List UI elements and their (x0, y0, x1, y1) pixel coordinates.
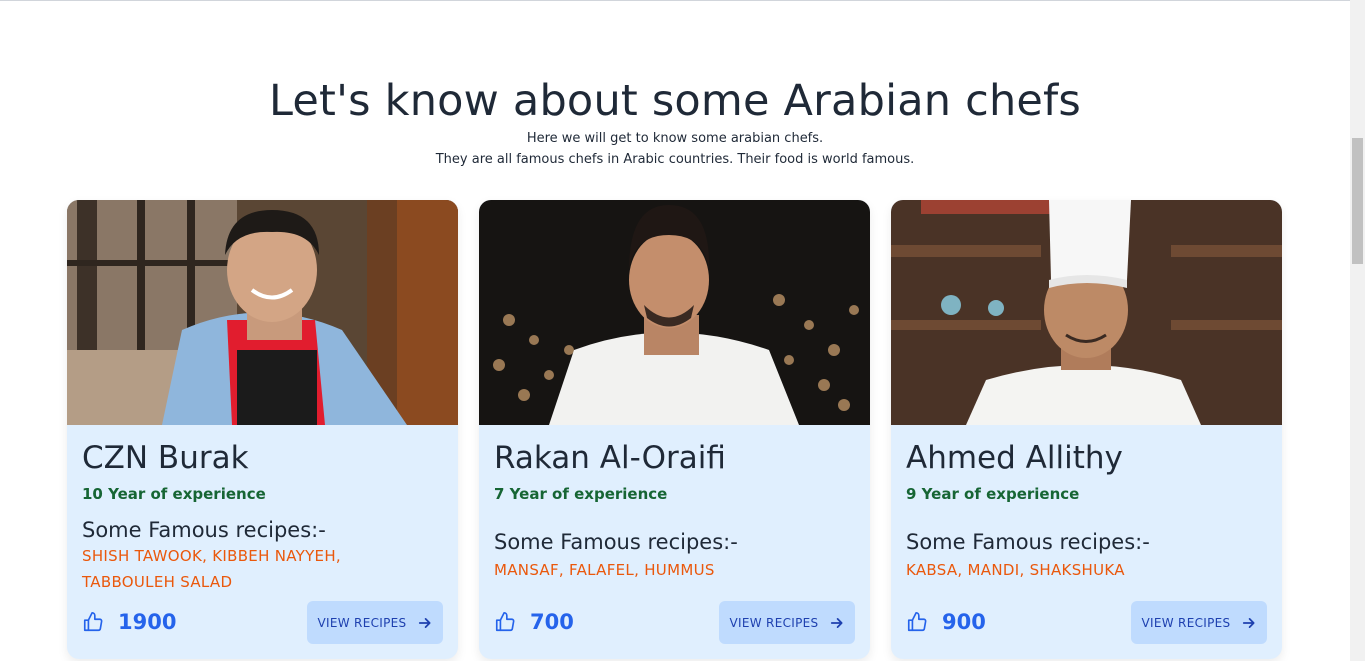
recipes-heading: Some Famous recipes:- (906, 530, 1150, 554)
view-recipes-label: VIEW RECIPES (1141, 615, 1231, 630)
recipes-list: SHISH TAWOOK, KIBBEH NAYYEH, TABBOULEH S… (82, 547, 341, 591)
view-recipes-label: VIEW RECIPES (317, 615, 407, 630)
chefs-page: Let's know about some Arabian chefs Here… (0, 0, 1350, 661)
likes-count: 700 (530, 610, 574, 634)
view-recipes-button[interactable]: VIEW RECIPES (1131, 601, 1267, 644)
recipes-heading: Some Famous recipes:- (494, 530, 738, 554)
section-subtitle-line2: They are all famous chefs in Arabic coun… (435, 152, 915, 167)
thumbs-up-icon[interactable] (82, 611, 104, 633)
likes-count: 900 (942, 610, 986, 634)
likes-count: 1900 (118, 610, 177, 634)
view-recipes-button[interactable]: VIEW RECIPES (719, 601, 855, 644)
chef-card-czn-burak: CZN Burak 10 Year of experience Some Fam… (67, 200, 458, 659)
chef-photo (479, 200, 870, 425)
chef-card-rakan-al-oraifi: Rakan Al-Oraifi 7 Year of experience Som… (479, 200, 870, 659)
thumbs-up-icon[interactable] (494, 611, 516, 633)
chef-card-ahmed-allithy: Ahmed Allithy 9 Year of experience Some … (891, 200, 1282, 659)
chef-name: Rakan Al-Oraifi (494, 440, 726, 476)
arrow-right-icon (830, 616, 844, 630)
likes: 700 (494, 610, 574, 634)
chef-name: CZN Burak (82, 440, 249, 476)
chef-photo (67, 200, 458, 425)
recipes-list: KABSA, MANDI, SHAKSHUKA (906, 561, 1125, 579)
chef-experience: 9 Year of experience (906, 485, 1080, 503)
likes: 1900 (82, 610, 176, 634)
recipes-heading: Some Famous recipes:- (82, 518, 326, 542)
chef-photo (891, 200, 1282, 425)
arrow-right-icon (418, 616, 432, 630)
arrow-right-icon (1242, 616, 1256, 630)
chef-experience: 7 Year of experience (494, 485, 668, 503)
view-recipes-label: VIEW RECIPES (729, 615, 819, 630)
section-title: Let's know about some Arabian chefs (268, 76, 1081, 126)
thumbs-up-icon[interactable] (906, 611, 928, 633)
vertical-scrollbar[interactable] (1350, 0, 1365, 661)
scrollbar-thumb[interactable] (1352, 138, 1363, 264)
chef-name: Ahmed Allithy (906, 440, 1123, 476)
chef-experience: 10 Year of experience (82, 485, 266, 503)
likes: 900 (906, 610, 986, 634)
view-recipes-button[interactable]: VIEW RECIPES (307, 601, 443, 644)
recipes-list: MANSAF, FALAFEL, HUMMUS (494, 561, 715, 579)
section-subtitle-line1: Here we will get to know some arabian ch… (526, 131, 824, 146)
